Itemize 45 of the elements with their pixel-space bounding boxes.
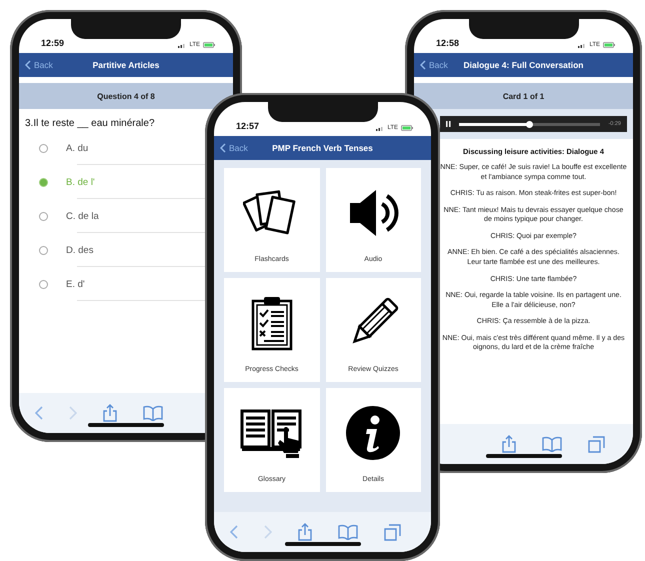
card-header: Card 1 of 1	[414, 83, 633, 109]
back-link[interactable]: Back	[220, 143, 272, 153]
screen-title: Partitive Articles	[92, 60, 160, 70]
battery-icon	[401, 125, 413, 131]
screen-title: PMP French Verb Tenses	[272, 143, 373, 153]
back-link[interactable]: Back	[25, 60, 93, 70]
back-link[interactable]: Back	[420, 60, 464, 70]
question-header: Question 4 of 8	[19, 83, 233, 109]
signal-icon	[578, 42, 586, 48]
bookmarks-icon[interactable]	[542, 436, 562, 452]
share-icon[interactable]	[298, 523, 312, 541]
radio-button[interactable]	[39, 144, 48, 152]
question-text: 3.Il te reste __ eau minérale?	[24, 117, 156, 131]
clipboard-icon	[250, 294, 294, 350]
slider-thumb[interactable]	[526, 120, 534, 128]
answer-option[interactable]: A. du	[66, 142, 88, 154]
bookmarks-icon[interactable]	[338, 524, 358, 540]
back-chevron-icon[interactable]	[230, 525, 238, 539]
chevron-icon	[25, 60, 31, 70]
tabs-icon[interactable]	[588, 436, 605, 452]
answer-option[interactable]: E. d'	[66, 278, 85, 290]
status-time: 12:59	[41, 38, 64, 48]
signal-icon	[376, 126, 384, 130]
answer-option[interactable]: C. de la	[66, 210, 99, 222]
answer-option[interactable]: D. des	[66, 244, 94, 256]
screen-title: Dialogue 4: Full Conversation	[464, 60, 584, 70]
chevron-icon	[420, 60, 426, 70]
back-chevron-icon[interactable]	[35, 406, 43, 420]
radio-button[interactable]	[39, 246, 48, 254]
status-time: 12:58	[436, 38, 460, 48]
bookmarks-icon[interactable]	[143, 405, 163, 421]
share-icon[interactable]	[103, 404, 117, 422]
radio-button[interactable]	[39, 178, 48, 186]
status-time: 12:57	[236, 121, 260, 131]
radio-button[interactable]	[39, 280, 48, 288]
battery-icon	[603, 42, 615, 48]
share-icon[interactable]	[502, 435, 516, 453]
pause-icon[interactable]	[446, 121, 451, 127]
info-icon	[345, 404, 402, 460]
radio-button[interactable]	[39, 212, 48, 220]
book-icon	[240, 406, 304, 458]
signal-icon	[178, 42, 186, 48]
tabs-icon[interactable]	[384, 524, 401, 540]
chevron-icon	[220, 143, 226, 153]
battery-icon	[203, 42, 215, 48]
